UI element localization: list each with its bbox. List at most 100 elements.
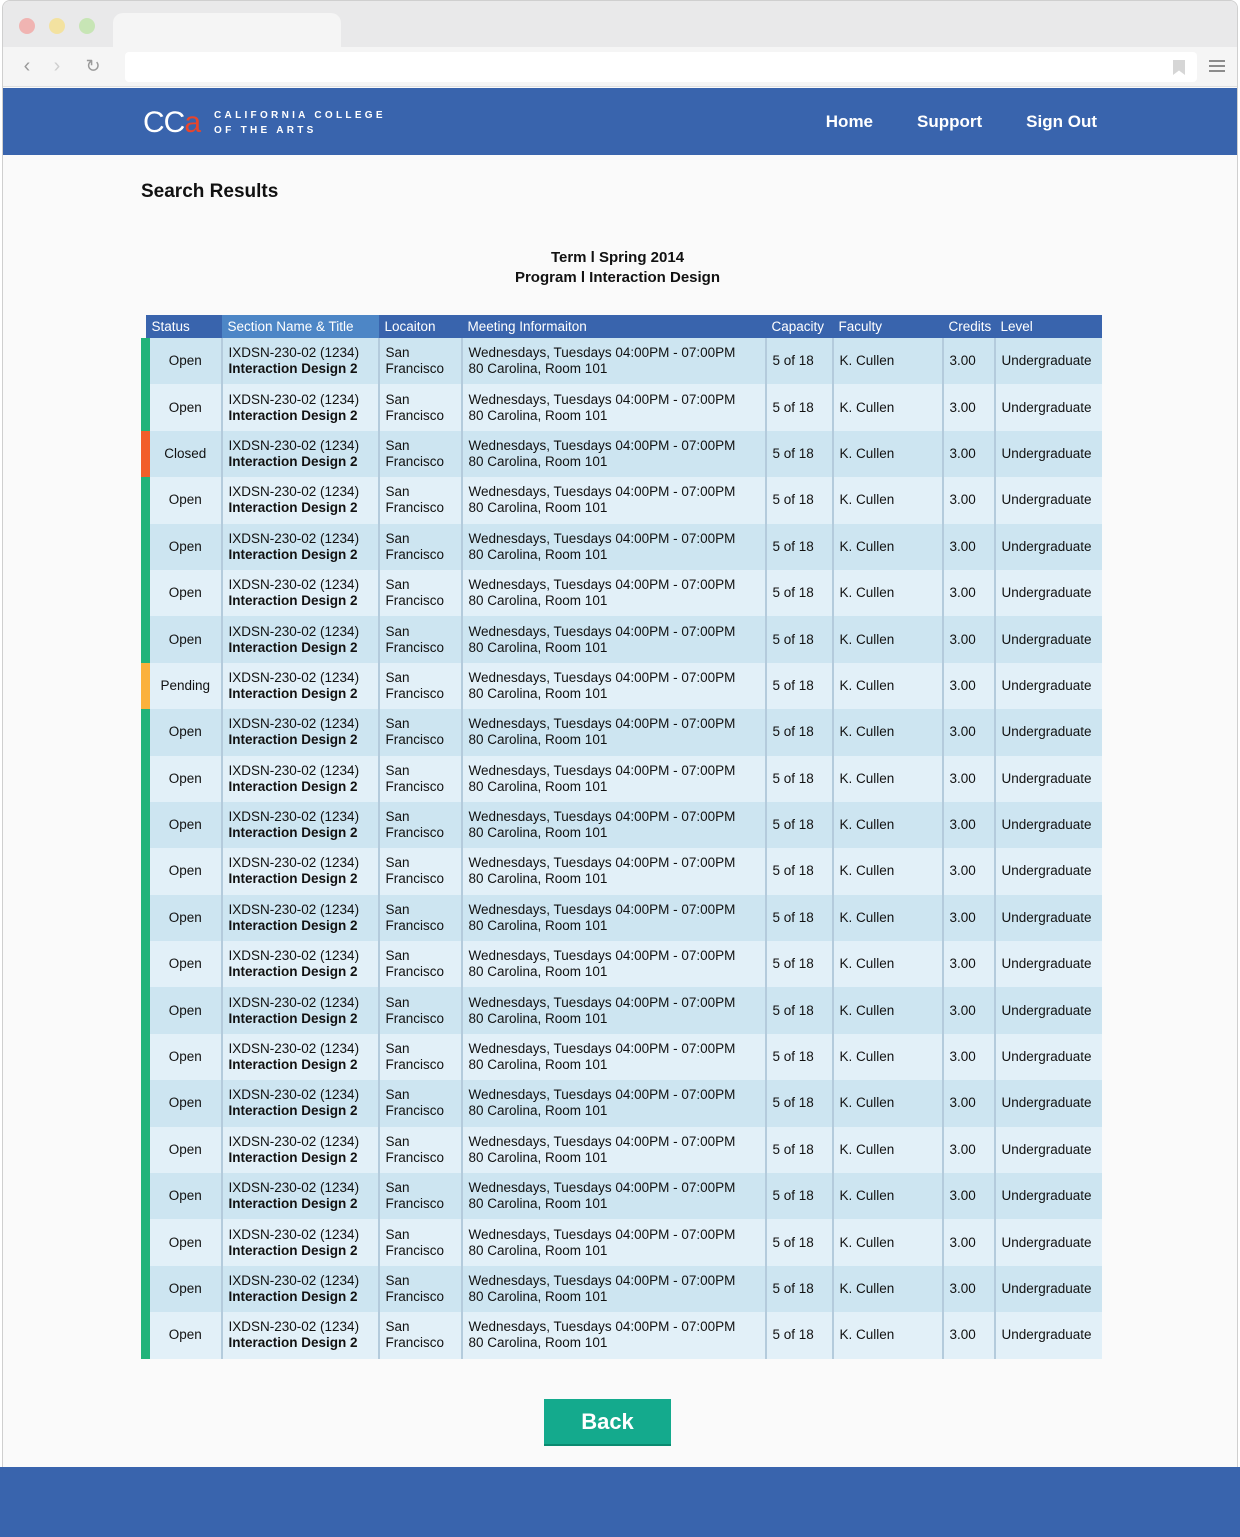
course-title[interactable]: Interaction Design 2 (229, 732, 372, 748)
course-title[interactable]: Interaction Design 2 (229, 361, 372, 377)
level-cell: Undergraduate (994, 616, 1102, 663)
faculty-cell: K. Cullen (832, 1080, 944, 1127)
nav-sign-out[interactable]: Sign Out (1026, 112, 1097, 132)
course-title[interactable]: Interaction Design 2 (229, 500, 372, 516)
course-title[interactable]: Interaction Design 2 (229, 454, 372, 470)
column-header-status[interactable]: Status (145, 315, 222, 338)
reload-icon[interactable]: ↻ (81, 54, 105, 78)
course-title[interactable]: Interaction Design 2 (229, 1335, 372, 1351)
faculty-cell: K. Cullen (832, 616, 944, 663)
table-row[interactable]: Open IXDSN-230-02 (1234) Interaction Desig… (141, 755, 1102, 802)
meeting-room: 80 Carolina, Room 101 (468, 546, 608, 562)
course-title[interactable]: Interaction Design 2 (229, 1011, 372, 1027)
course-title[interactable]: Interaction Design 2 (229, 640, 372, 656)
credits-cell: 3.00 (942, 941, 996, 988)
table-row[interactable]: Open IXDSN-230-02 (1234) Interaction Desig… (141, 523, 1102, 570)
table-row[interactable]: Open IXDSN-230-02 (1234) Interaction Desig… (141, 1265, 1102, 1313)
bookmark-icon[interactable] (1173, 60, 1185, 75)
column-header-level[interactable]: Level (994, 315, 1102, 338)
table-row[interactable]: Open IXDSN-230-02 (1234) Interaction Desig… (141, 801, 1102, 849)
meeting-room: 80 Carolina, Room 101 (468, 500, 608, 516)
meeting-time: Wednesdays, Tuesdays 04:00PM - 07:00PM (468, 345, 736, 361)
column-header-capacity[interactable]: Capacity (765, 315, 833, 338)
meeting-time: Wednesdays, Tuesdays 04:00PM - 07:00PM (468, 577, 736, 593)
table-row[interactable]: Open IXDSN-230-02 (1234) Interaction Desig… (141, 1219, 1102, 1266)
table-row[interactable]: Open IXDSN-230-02 (1234) Interaction Desig… (141, 941, 1102, 988)
section-code: IXDSN-230-02 (1234) (228, 484, 360, 500)
course-title[interactable]: Interaction Design 2 (229, 593, 372, 609)
table-row[interactable]: Open IXDSN-230-02 (1234) Interaction Desig… (141, 1080, 1102, 1127)
column-header-meeting[interactable]: Meeting Informaiton (461, 315, 766, 338)
course-title[interactable]: Interaction Design 2 (229, 1289, 372, 1305)
table-row[interactable]: Open IXDSN-230-02 (1234) Interaction Desig… (141, 1173, 1102, 1220)
column-header-location[interactable]: Locaiton (378, 315, 462, 338)
site-header: CCa CALIFORNIA COLLEGE OF THE ARTS Home … (3, 88, 1237, 155)
course-title[interactable]: Interaction Design 2 (229, 918, 372, 934)
table-row[interactable]: Open IXDSN-230-02 (1234) Interaction Desig… (141, 987, 1102, 1034)
table-row[interactable]: Open IXDSN-230-02 (1234) Interaction Desig… (141, 1126, 1102, 1174)
back-button[interactable]: Back (544, 1399, 671, 1446)
forward-arrow-icon[interactable]: › (45, 54, 69, 78)
table-row[interactable]: Open IXDSN-230-02 (1234) Interaction Desig… (141, 1312, 1102, 1359)
course-title[interactable]: Interaction Design 2 (229, 871, 372, 887)
nav-support[interactable]: Support (917, 112, 982, 132)
table-row[interactable]: Open IXDSN-230-02 (1234) Interaction Desig… (141, 477, 1102, 524)
section-code: IXDSN-230-02 (1234) (228, 345, 360, 361)
table-row[interactable]: Open IXDSN-230-02 (1234) Interaction Desig… (141, 709, 1102, 756)
course-title[interactable]: Interaction Design 2 (229, 779, 372, 795)
table-row[interactable]: Open IXDSN-230-02 (1234) Interaction Desig… (141, 569, 1102, 617)
menu-icon[interactable] (1209, 60, 1225, 75)
meeting-cell: Wednesdays, Tuesdays 04:00PM - 07:00PM 80… (461, 755, 767, 802)
table-row[interactable]: Open IXDSN-230-02 (1234) Interaction Desig… (141, 848, 1102, 895)
status-cell: Closed (141, 430, 223, 478)
meeting-room: 80 Carolina, Room 101 (468, 1149, 608, 1165)
status-cell: Open (141, 338, 223, 385)
location-cell: San Francisco (378, 1080, 463, 1127)
maximize-window-dot[interactable] (79, 18, 95, 34)
capacity-cell: 5 of 18 (765, 1126, 834, 1174)
meeting-cell: Wednesdays, Tuesdays 04:00PM - 07:00PM 80… (461, 616, 767, 663)
course-title[interactable]: Interaction Design 2 (229, 964, 372, 980)
meeting-room: 80 Carolina, Room 101 (468, 1242, 608, 1258)
meeting-cell: Wednesdays, Tuesdays 04:00PM - 07:00PM 80… (461, 384, 767, 431)
column-header-section[interactable]: Section Name & Title (221, 315, 379, 338)
section-cell: IXDSN-230-02 (1234) Interaction Design 2 (221, 430, 380, 478)
status-cell: Open (141, 477, 223, 524)
browser-tab[interactable] (113, 13, 341, 49)
course-title[interactable]: Interaction Design 2 (229, 686, 372, 702)
section-code: IXDSN-230-02 (1234) (228, 1087, 360, 1103)
table-row[interactable]: Open IXDSN-230-02 (1234) Interaction Desig… (141, 338, 1102, 385)
table-row[interactable]: Open IXDSN-230-02 (1234) Interaction Desig… (141, 1033, 1102, 1081)
cca-logo[interactable]: CCa CALIFORNIA COLLEGE OF THE ARTS (143, 106, 386, 140)
section-code: IXDSN-230-02 (1234) (228, 855, 360, 871)
column-header-faculty[interactable]: Faculty (832, 315, 943, 338)
table-row[interactable]: Open IXDSN-230-02 (1234) Interaction Desig… (141, 894, 1102, 942)
course-title[interactable]: Interaction Design 2 (229, 547, 372, 563)
section-code: IXDSN-230-02 (1234) (228, 901, 360, 917)
nav-home[interactable]: Home (826, 112, 873, 132)
back-arrow-icon[interactable]: ‹ (15, 54, 39, 78)
meeting-cell: Wednesdays, Tuesdays 04:00PM - 07:00PM 80… (461, 801, 767, 849)
course-title[interactable]: Interaction Design 2 (229, 825, 372, 841)
table-row[interactable]: Pending IXDSN-230-02 (1234) Interaction De… (141, 662, 1102, 710)
status-cell: Open (141, 1312, 223, 1359)
address-bar[interactable] (125, 52, 1197, 82)
credits-cell: 3.00 (942, 569, 996, 617)
course-title[interactable]: Interaction Design 2 (229, 1103, 372, 1119)
course-title[interactable]: Interaction Design 2 (229, 1150, 372, 1166)
close-window-dot[interactable] (19, 18, 35, 34)
minimize-window-dot[interactable] (49, 18, 65, 34)
capacity-cell: 5 of 18 (765, 1173, 834, 1220)
course-title[interactable]: Interaction Design 2 (229, 408, 372, 424)
table-row[interactable]: Open IXDSN-230-02 (1234) Interaction Desig… (141, 616, 1102, 663)
section-cell: IXDSN-230-02 (1234) Interaction Design 2 (221, 894, 380, 942)
status-cell: Open (141, 523, 223, 570)
column-header-credits[interactable]: Credits (942, 315, 995, 338)
table-row[interactable]: Open IXDSN-230-02 (1234) Interaction Desig… (141, 384, 1102, 431)
course-title[interactable]: Interaction Design 2 (229, 1243, 372, 1259)
status-cell: Open (141, 1033, 223, 1081)
course-title[interactable]: Interaction Design 2 (229, 1196, 372, 1212)
course-title[interactable]: Interaction Design 2 (229, 1057, 372, 1073)
logo-line-1: CALIFORNIA COLLEGE (214, 110, 386, 121)
table-row[interactable]: Closed IXDSN-230-02 (1234) Interaction Des… (141, 430, 1102, 478)
